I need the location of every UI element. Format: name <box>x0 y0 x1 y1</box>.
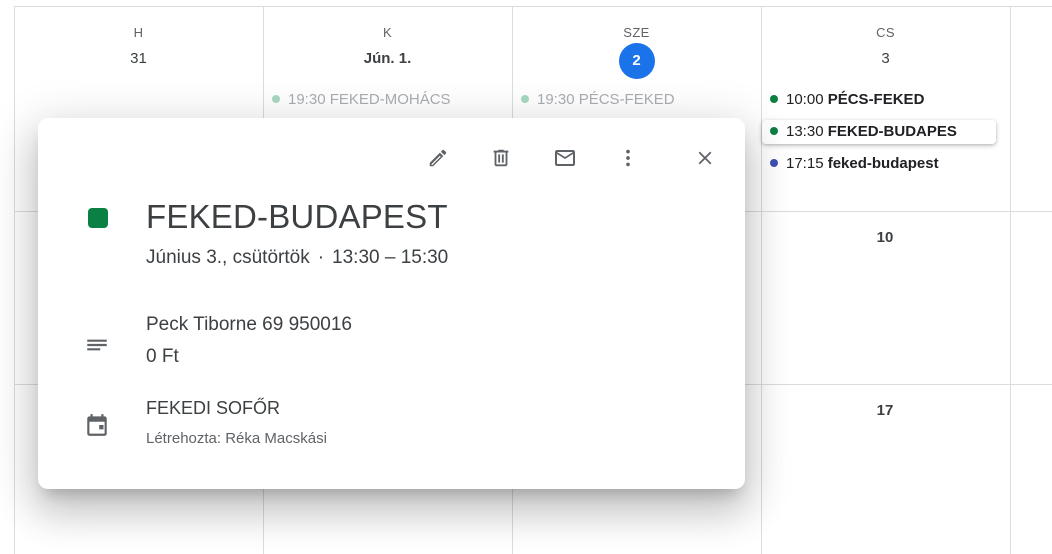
event-details-popup: FEKED-BUDAPEST Június 3., csütörtök · 13:3… <box>38 118 745 489</box>
event-dot <box>770 127 778 136</box>
event-title: PÉCS-FEKED <box>578 91 675 108</box>
grid-column-border <box>14 6 15 554</box>
event-chip[interactable]: 19:30 PÉCS-FEKED <box>521 88 675 112</box>
day-of-week: K <box>382 25 393 40</box>
event-chip[interactable]: 10:00 PÉCS-FEKED <box>770 88 924 112</box>
event-title: FEKED-MOHÁCS <box>329 91 451 108</box>
grid-top-border <box>14 6 1052 7</box>
calendar-icon <box>84 412 110 443</box>
more-options-button[interactable] <box>612 142 644 174</box>
close-button[interactable] <box>689 142 721 174</box>
description-icon <box>84 332 110 363</box>
event-chip[interactable]: 19:30 FEKED-MOHÁCS <box>272 88 451 112</box>
event-dot <box>770 95 778 104</box>
event-chip-selected[interactable]: 13:30 FEKED-BUDAPES <box>762 120 996 144</box>
edit-icon <box>429 149 447 167</box>
event-description-line: Peck Tiborne 69 950016 <box>146 314 352 335</box>
event-chip[interactable]: 17:15 feked-budapest <box>770 152 939 176</box>
grid-column-border <box>761 6 762 554</box>
grid-column-border <box>1010 6 1011 554</box>
event-creator: Létrehozta: Réka Macskási <box>146 430 327 447</box>
day-number[interactable]: 10 <box>855 229 915 246</box>
day-of-week: CS <box>876 25 895 40</box>
event-date: Június 3., csütörtök <box>146 247 310 268</box>
event-color-square <box>88 208 108 228</box>
event-time: 13:30 <box>786 123 824 140</box>
day-header-thursday[interactable]: CS 3 <box>761 24 1010 71</box>
email-guests-button[interactable] <box>549 142 581 174</box>
more-options-icon <box>626 149 630 167</box>
calendar-name: FEKEDI SOFŐR <box>146 398 281 418</box>
event-time-range: 13:30 – 15:30 <box>332 247 449 268</box>
close-icon <box>698 151 712 165</box>
day-number[interactable]: 3 <box>761 47 1010 71</box>
event-time: 19:30 <box>537 91 575 108</box>
edit-button[interactable] <box>422 142 454 174</box>
event-dot <box>272 95 280 104</box>
day-of-week: SZE <box>623 25 650 40</box>
separator: · <box>317 247 325 268</box>
event-time: 10:00 <box>786 91 824 108</box>
event-time: 19:30 <box>288 91 326 108</box>
event-title: FEKED-BUDAPES <box>827 123 957 140</box>
delete-icon <box>493 149 509 167</box>
email-icon <box>555 150 575 166</box>
event-title: FEKED-BUDAPEST <box>146 198 448 235</box>
event-dot <box>770 159 778 168</box>
event-time: 17:15 <box>786 155 824 172</box>
today-day-number[interactable]: 2 <box>618 43 655 79</box>
day-header-monday[interactable]: H 31 <box>14 24 263 71</box>
event-date-time: Június 3., csütörtök · 13:30 – 15:30 <box>146 247 448 269</box>
event-dot <box>521 95 529 104</box>
event-description-line: 0 Ft <box>146 346 179 367</box>
event-title: PÉCS-FEKED <box>827 91 925 108</box>
day-header-tuesday[interactable]: K Jún. 1. <box>263 24 512 71</box>
day-number[interactable]: 31 <box>14 47 263 71</box>
day-header-wednesday[interactable]: SZE 2 <box>512 24 761 79</box>
delete-button[interactable] <box>485 142 517 174</box>
day-number[interactable]: Jún. 1. <box>263 47 512 71</box>
day-number[interactable]: 17 <box>855 402 915 419</box>
event-title: feked-budapest <box>827 155 939 172</box>
day-of-week: H <box>133 25 144 40</box>
